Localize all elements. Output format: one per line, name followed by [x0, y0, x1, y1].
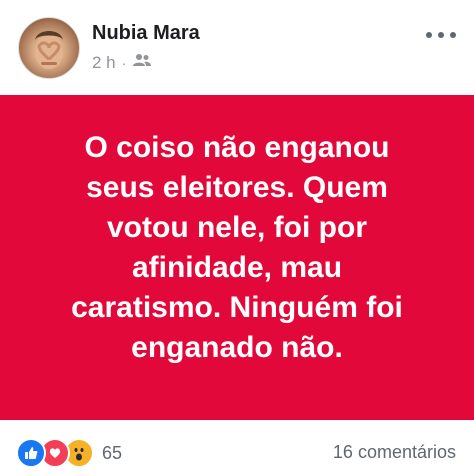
avatar[interactable]	[18, 17, 80, 79]
meta-separator: ·	[121, 54, 127, 71]
comments-count[interactable]: 16 comentários	[333, 442, 456, 463]
like-icon	[16, 438, 46, 468]
more-options-icon[interactable]	[426, 25, 456, 45]
friends-icon[interactable]	[132, 52, 152, 73]
reaction-count[interactable]: 65	[102, 443, 122, 464]
reactions[interactable]: 65	[16, 438, 122, 468]
post-time[interactable]: 2 h	[92, 53, 116, 73]
author-name[interactable]: Nubia Mara	[92, 22, 200, 45]
post-footer: 65 16 comentários	[0, 428, 474, 476]
post-header: Nubia Mara 2 h ·	[0, 0, 474, 95]
post-text: O coiso não enganou seus eleitores. Quem…	[71, 130, 403, 364]
post-content: O coiso não enganou seus eleitores. Quem…	[0, 95, 474, 420]
post-meta: 2 h ·	[92, 52, 152, 73]
